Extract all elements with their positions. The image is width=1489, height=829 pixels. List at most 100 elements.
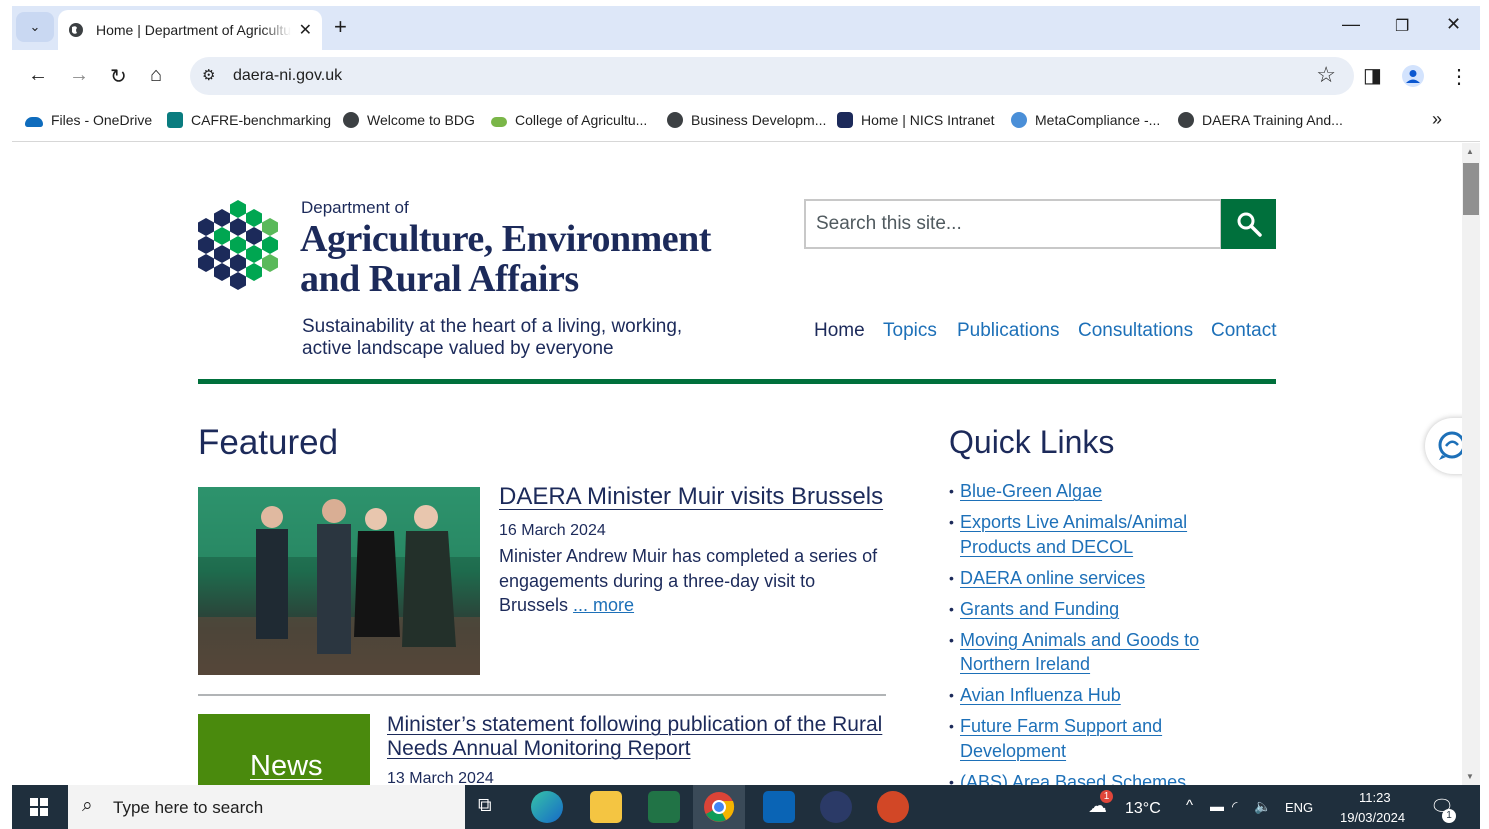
featured-article-date: 16 March 2024 (499, 522, 606, 539)
menu-kebab-icon[interactable]: ⋮ (1449, 64, 1469, 89)
read-more-link[interactable]: ... more (573, 595, 634, 615)
tab-search-button[interactable]: ⌄ (16, 12, 54, 42)
globe-icon (667, 112, 683, 128)
department-of-text: Department of (301, 198, 409, 217)
windows-start-icon[interactable] (30, 798, 48, 816)
list-item: Grants and Funding (949, 597, 1249, 622)
nav-contact[interactable]: Contact (1211, 320, 1276, 342)
url-text: daera-ni.gov.uk (233, 67, 343, 84)
leaf-icon (491, 116, 507, 127)
tab-active[interactable]: Home | Department of Agriculture, Enviro… (58, 10, 322, 50)
news-tile[interactable]: News (198, 714, 370, 785)
department-name[interactable]: Agriculture, Environment and Rural Affai… (300, 219, 711, 299)
header-divider (198, 379, 1276, 384)
web-page: Department of Agriculture, Environment a… (12, 143, 1462, 785)
tab-title: Home | Department of Agriculture, Enviro… (95, 22, 291, 38)
quick-link[interactable]: Avian Influenza Hub (960, 685, 1121, 705)
scroll-down-icon[interactable]: ▼ (1466, 772, 1474, 781)
featured-article-text: Minister Andrew Muir has completed a ser… (499, 546, 878, 615)
quick-link[interactable]: DAERA online services (960, 568, 1145, 588)
file-explorer-icon[interactable] (590, 791, 622, 823)
bookmarks-bar: Files - OneDrive CAFRE-benchmarking Welc… (12, 102, 1480, 142)
close-tab-icon[interactable]: ✕ (299, 20, 312, 40)
bookmark-cafre[interactable]: CAFRE-benchmarking (167, 112, 331, 128)
globe-icon (68, 23, 83, 37)
browser-toolbar: ← → ↻ ⌂ ⚙ daera-ni.gov.uk ☆ ◨ ⋮ (12, 50, 1480, 102)
second-article-date: 13 March 2024 (387, 770, 494, 785)
wifi-icon[interactable]: ◜ (1232, 798, 1237, 815)
nav-publications[interactable]: Publications (957, 320, 1059, 342)
tagline-line2: active landscape valued by everyone (302, 338, 614, 359)
quick-link[interactable]: Future Farm Support and Development (960, 716, 1162, 761)
nav-consultations[interactable]: Consultations (1078, 320, 1193, 342)
language-indicator[interactable]: ENG (1285, 800, 1313, 815)
project-app-icon[interactable] (648, 791, 680, 823)
bookmark-onedrive[interactable]: Files - OneDrive (25, 112, 152, 128)
side-panel-icon[interactable]: ◨ (1363, 63, 1382, 88)
featured-article-image[interactable] (198, 487, 480, 675)
globe-icon (1178, 112, 1194, 128)
taskbar-search-box[interactable]: ⌕ Type here to search (68, 785, 465, 829)
reload-icon[interactable]: ↻ (110, 64, 127, 89)
task-view-icon[interactable]: ⧉ (478, 795, 492, 817)
home-icon[interactable]: ⌂ (150, 64, 162, 87)
powerpoint-icon[interactable] (877, 791, 909, 823)
restore-icon[interactable]: ❐ (1395, 16, 1409, 36)
bookmark-star-icon[interactable]: ☆ (1316, 62, 1336, 88)
tagline-line1: Sustainability at the heart of a living,… (302, 316, 683, 337)
battery-icon[interactable]: ▬ (1210, 798, 1224, 814)
list-item: Exports Live Animals/Animal Products and… (949, 510, 1249, 559)
bookmark-metacompliance[interactable]: MetaCompliance -... (1011, 112, 1160, 128)
tab-strip: ⌄ Home | Department of Agriculture, Envi… (12, 6, 1480, 50)
tray-chevron-up-icon[interactable]: ^ (1186, 797, 1193, 814)
list-item: (ABS) Area Based Schemes (949, 770, 1249, 786)
search-button[interactable] (1221, 199, 1276, 249)
scrollbar-thumb[interactable] (1463, 163, 1479, 215)
quick-link[interactable]: Exports Live Animals/Animal Products and… (960, 512, 1187, 557)
close-window-icon[interactable]: ✕ (1446, 14, 1461, 35)
new-tab-button[interactable]: + (334, 14, 347, 40)
forward-icon[interactable]: → (69, 64, 89, 87)
bookmark-business[interactable]: Business Developm... (667, 112, 826, 128)
sharepoint-icon (167, 112, 183, 128)
minimize-icon[interactable]: — (1342, 14, 1360, 35)
back-icon[interactable]: ← (28, 64, 48, 87)
quick-link[interactable]: Blue-Green Algae (960, 481, 1102, 501)
scroll-up-icon[interactable]: ▲ (1466, 147, 1474, 156)
department-name-line2: and Rural Affairs (300, 258, 579, 300)
second-article-title-link[interactable]: Minister’s statement following publicati… (387, 713, 897, 761)
weather-badge: 1 (1100, 790, 1113, 803)
clock-time[interactable]: 11:23 (1359, 790, 1391, 805)
search-icon (1237, 212, 1262, 237)
bookmark-bdg[interactable]: Welcome to BDG (343, 112, 475, 128)
site-info-icon[interactable]: ⚙ (202, 66, 215, 84)
daera-logo-icon[interactable] (198, 199, 284, 299)
nav-topics[interactable]: Topics (883, 320, 937, 342)
quick-links-list: Blue-Green Algae Exports Live Animals/An… (949, 479, 1249, 785)
weather-temp[interactable]: 13°C (1125, 800, 1161, 818)
nav-home[interactable]: Home (814, 320, 865, 342)
chrome-taskbar-slot[interactable] (693, 785, 745, 829)
bookmark-daera-training[interactable]: DAERA Training And... (1178, 112, 1343, 128)
webex-icon[interactable] (820, 791, 852, 823)
list-item: Avian Influenza Hub (949, 683, 1249, 708)
featured-article-title-link[interactable]: DAERA Minister Muir visits Brussels (499, 483, 883, 511)
outlook-icon[interactable] (763, 791, 795, 823)
profile-avatar-icon[interactable] (1402, 65, 1424, 87)
quick-link[interactable]: Moving Animals and Goods to Northern Ire… (960, 630, 1199, 675)
volume-icon[interactable]: 🔈 (1254, 798, 1271, 815)
clock-date[interactable]: 19/03/2024 (1340, 810, 1405, 825)
page-scrollbar[interactable]: ▲ ▼ (1462, 143, 1480, 785)
quick-link[interactable]: (ABS) Area Based Schemes (960, 772, 1186, 786)
news-tile-label: News (250, 750, 323, 782)
site-search-input[interactable]: Search this site... (804, 199, 1222, 249)
accessibility-assistant-button[interactable] (1425, 418, 1462, 474)
quick-link[interactable]: Grants and Funding (960, 599, 1119, 619)
bookmark-nics[interactable]: Home | NICS Intranet (837, 112, 995, 128)
address-bar[interactable]: ⚙ daera-ni.gov.uk ☆ (190, 57, 1354, 95)
bookmark-college[interactable]: College of Agricultu... (491, 112, 647, 128)
edge-icon[interactable] (531, 791, 563, 823)
more-bookmarks-button[interactable]: » (1432, 109, 1442, 130)
metacompliance-icon (1011, 112, 1027, 128)
department-name-line1: Agriculture, Environment (300, 218, 711, 260)
